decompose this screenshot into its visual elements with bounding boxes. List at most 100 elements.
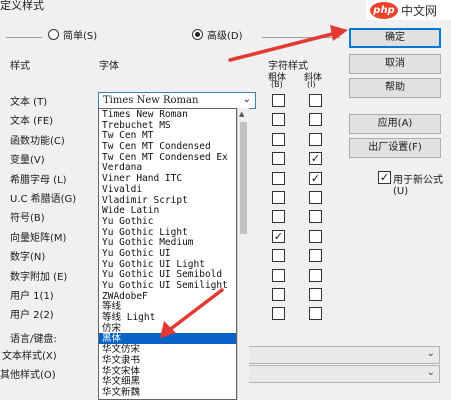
window-title: 定义样式 xyxy=(0,0,44,12)
chevron-down-icon: ⌄ xyxy=(426,367,435,378)
font-option[interactable]: Tw Cen MT xyxy=(99,130,236,142)
arrow-to-ok-icon xyxy=(228,25,348,62)
font-option[interactable]: Viner Hand ITC xyxy=(99,173,236,184)
italic-checkbox[interactable] xyxy=(309,249,322,262)
italic-checkbox[interactable] xyxy=(309,230,322,243)
font-option[interactable]: Tw Cen MT Condensed Ex xyxy=(99,152,236,163)
ok-button[interactable]: 确定 xyxy=(349,28,441,48)
radio-simple-label: 简单(S) xyxy=(63,31,98,42)
font-select[interactable]: Times New Roman ⌄ xyxy=(98,92,256,109)
font-option[interactable]: Vladimir Script xyxy=(99,195,236,206)
chevron-down-icon: ⌄ xyxy=(242,94,251,105)
font-option[interactable]: Yu Gothic Medium xyxy=(99,237,236,248)
chevron-down-icon: ⌄ xyxy=(426,348,435,359)
bold-checkbox[interactable] xyxy=(272,307,285,320)
font-option[interactable]: Yu Gothic UI Semibold xyxy=(99,269,236,280)
bold-checkbox[interactable] xyxy=(272,230,285,243)
italic-checkbox[interactable] xyxy=(309,152,322,165)
bold-checkbox[interactable] xyxy=(272,113,285,126)
bold-checkbox[interactable] xyxy=(272,249,285,262)
font-option[interactable]: ZWAdobeF xyxy=(99,291,236,302)
font-option[interactable]: 仿宋 xyxy=(99,323,236,334)
italic-checkbox[interactable] xyxy=(309,133,322,146)
help-button[interactable]: 帮助 xyxy=(349,78,441,98)
apply-button[interactable]: 应用(A) xyxy=(349,114,441,134)
italic-checkbox[interactable] xyxy=(309,191,322,204)
scrollbar-thumb[interactable] xyxy=(240,122,247,234)
italic-checkbox[interactable] xyxy=(309,94,322,107)
other-style-label: 其他样式(O) xyxy=(0,370,56,381)
style-row-label: 数字(N) xyxy=(10,252,46,263)
style-row-label: 用户 2(2) xyxy=(10,310,54,321)
radio-row-left-line xyxy=(6,37,42,38)
cancel-button[interactable]: 取消 xyxy=(349,54,441,74)
font-option[interactable]: Wide Latin xyxy=(99,205,236,216)
bold-checkbox[interactable] xyxy=(272,269,285,282)
header-bold-key: (B) xyxy=(271,80,283,89)
radio-row-right-line xyxy=(262,37,340,38)
font-option[interactable]: Yu Gothic Light xyxy=(99,227,236,238)
italic-checkbox[interactable] xyxy=(309,113,322,126)
php-logo: php 中文网 xyxy=(366,0,451,20)
font-option[interactable]: Trebuchet MS xyxy=(99,120,236,131)
logo-brand: php xyxy=(370,1,398,19)
style-row-label: U.C 希腊语(G) xyxy=(10,194,77,205)
bold-checkbox[interactable] xyxy=(272,191,285,204)
bold-checkbox[interactable] xyxy=(272,152,285,165)
style-row-label: 文本 (T) xyxy=(10,97,48,108)
bold-checkbox[interactable] xyxy=(272,133,285,146)
font-option[interactable]: 华文仿宋 xyxy=(99,344,236,355)
font-select-value: Times New Roman xyxy=(103,95,199,106)
new-formula-label: 用于新公式(U) xyxy=(393,175,443,197)
bold-checkbox[interactable] xyxy=(272,172,285,185)
style-row-label: 函数功能(C) xyxy=(10,136,65,147)
font-option[interactable]: Verdana xyxy=(99,162,236,174)
bold-checkbox[interactable] xyxy=(272,94,285,107)
radio-simple[interactable]: 简单(S) xyxy=(48,27,97,42)
font-option-selected[interactable]: 黑体 xyxy=(99,333,236,344)
font-option[interactable]: Yu Gothic UI Semilight xyxy=(99,280,236,291)
factory-settings-button[interactable]: 出厂设置(F) xyxy=(349,138,441,158)
style-row-label: 符号(B) xyxy=(10,213,45,224)
font-option[interactable]: 华文宋体 xyxy=(99,366,236,377)
bold-checkbox[interactable] xyxy=(272,288,285,301)
header-italic-key: (I) xyxy=(307,80,316,89)
style-row-label: 用户 1(1) xyxy=(10,291,54,302)
other-style-combo[interactable]: ⌄ xyxy=(248,365,440,383)
radio-advanced[interactable]: 高级(D) xyxy=(192,27,243,42)
font-option[interactable]: 华文隶书 xyxy=(99,355,236,366)
italic-checkbox[interactable] xyxy=(309,172,322,185)
style-row-label: 向量矩阵(M) xyxy=(10,233,67,244)
italic-checkbox[interactable] xyxy=(309,288,322,301)
style-row-label: 数字附加 (E) xyxy=(10,272,68,283)
font-option[interactable]: 华文细黑 xyxy=(99,376,236,387)
style-row-label: 希腊字母 (L) xyxy=(10,175,67,186)
italic-checkbox[interactable] xyxy=(309,269,322,282)
font-option[interactable]: Tw Cen MT Condensed xyxy=(99,141,236,152)
scroll-up-icon[interactable]: ▲ xyxy=(239,110,244,118)
text-style-combo[interactable]: ⌄ xyxy=(248,346,440,364)
style-row-label: 变量(V) xyxy=(10,155,45,166)
radio-advanced-circle[interactable] xyxy=(192,29,203,40)
font-option[interactable]: Yu Gothic xyxy=(99,216,236,227)
font-option[interactable]: 等线 Light xyxy=(99,312,236,323)
style-row-label: 文本 (FE) xyxy=(10,116,54,127)
font-option[interactable]: Yu Gothic UI Light xyxy=(99,259,236,270)
italic-checkbox[interactable] xyxy=(309,307,322,320)
dropdown-scrollbar[interactable]: ▲ xyxy=(237,108,249,400)
radio-advanced-label: 高级(D) xyxy=(207,31,243,42)
font-option[interactable]: Times New Roman xyxy=(99,109,236,120)
font-option[interactable]: 等线 xyxy=(99,301,236,313)
logo-text: 中文网 xyxy=(401,3,438,18)
header-style: 样式 xyxy=(10,61,30,72)
font-option[interactable]: Vivaldi xyxy=(99,184,236,195)
radio-simple-circle[interactable] xyxy=(48,29,59,40)
header-font: 字体 xyxy=(99,61,119,72)
font-dropdown-list[interactable]: Times New Roman Trebuchet MS Tw Cen MT Tw C… xyxy=(98,108,237,400)
text-style-label: 文本样式(X) xyxy=(2,351,57,362)
bold-checkbox[interactable] xyxy=(272,210,285,223)
new-formula-checkbox[interactable] xyxy=(378,171,391,184)
font-option[interactable]: Yu Gothic UI xyxy=(99,248,236,259)
italic-checkbox[interactable] xyxy=(309,210,322,223)
font-option[interactable]: 华文新魏 xyxy=(99,387,236,398)
